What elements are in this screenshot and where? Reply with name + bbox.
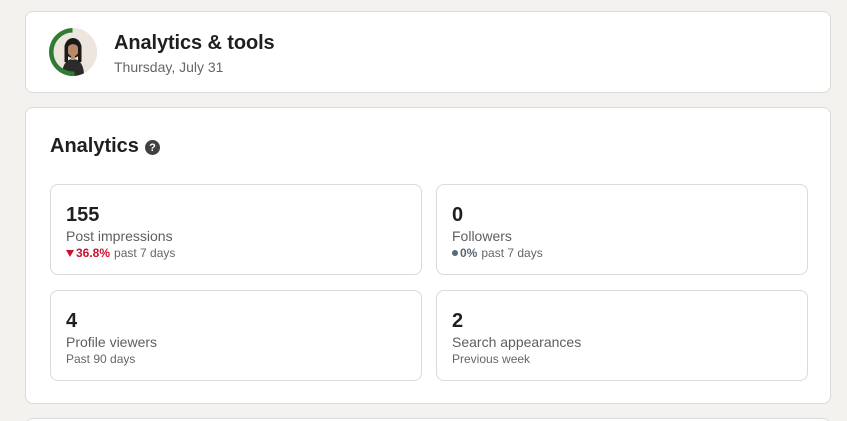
stat-trend: 36.8% past 7 days xyxy=(66,246,175,260)
stat-value: 2 xyxy=(452,310,464,332)
stat-period: past 7 days xyxy=(114,246,176,260)
caret-down-icon xyxy=(66,249,74,257)
stat-change: 36.8% xyxy=(76,246,111,260)
analytics-title: Analytics xyxy=(50,135,139,157)
stat-period: past 7 days xyxy=(481,246,543,260)
neutral-dot-icon xyxy=(452,250,458,256)
stat-label: Post impressions xyxy=(66,228,173,244)
analytics-card: Analytics ? 155 Post impressions 36.8% p… xyxy=(25,107,831,404)
question-circle-icon[interactable]: ? xyxy=(144,140,160,155)
stat-label: Search appearances xyxy=(452,334,582,350)
search-appearances-stat[interactable]: 2 Search appearances Previous week xyxy=(436,290,808,381)
page-title: Analytics & tools xyxy=(114,32,275,54)
stat-period: Past 90 days xyxy=(66,352,136,366)
stat-label: Profile viewers xyxy=(66,334,158,350)
analytics-section-title: Analytics ? xyxy=(50,135,160,158)
header-card: Analytics & tools Thursday, July 31 xyxy=(25,11,831,93)
stat-value: 155 xyxy=(66,204,100,226)
post-impressions-stat[interactable]: 155 Post impressions 36.8% past 7 days xyxy=(50,184,422,275)
header-date: Thursday, July 31 xyxy=(114,59,224,75)
stat-change: 0% xyxy=(460,246,478,260)
stat-value: 4 xyxy=(66,310,78,332)
stat-trend: 0% past 7 days xyxy=(452,246,543,260)
stat-value: 0 xyxy=(452,204,464,226)
stat-label: Followers xyxy=(452,228,512,244)
stat-period: Previous week xyxy=(452,352,531,366)
open-to-work-avatar-icon xyxy=(49,28,97,76)
avatar[interactable] xyxy=(49,28,97,76)
followers-stat[interactable]: 0 Followers 0% past 7 days xyxy=(436,184,808,275)
profile-viewers-stat[interactable]: 4 Profile viewers Past 90 days xyxy=(50,290,422,381)
